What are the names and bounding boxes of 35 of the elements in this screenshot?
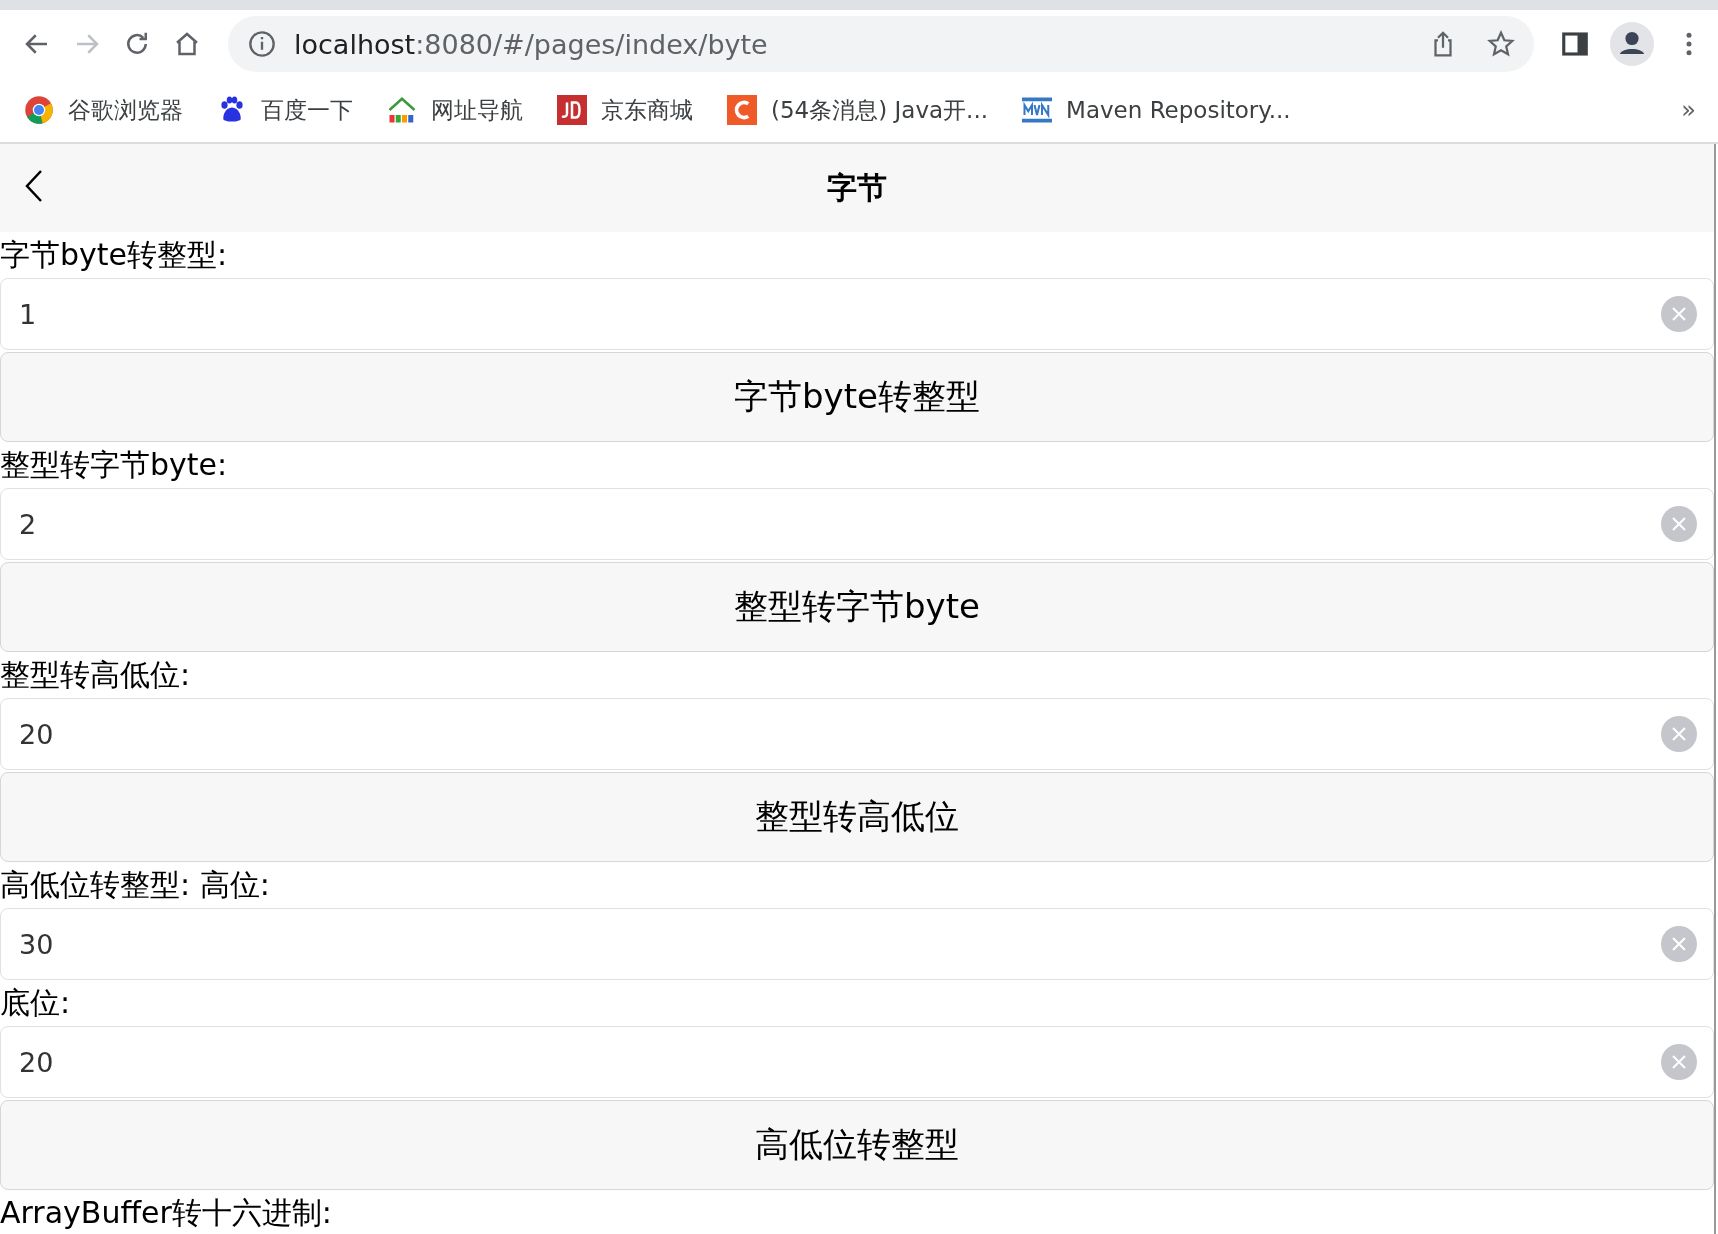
bookmark-link[interactable]: 百度一下 <box>261 94 353 126</box>
more-bookmarks-button[interactable]: » <box>1681 96 1696 124</box>
address-bar[interactable]: localhost:8080/#/pages/index/byte <box>228 16 1534 72</box>
url-text: localhost:8080/#/pages/index/byte <box>294 28 768 60</box>
mvn-logo-icon <box>1022 95 1053 125</box>
field-label: 底位: <box>0 984 72 1022</box>
input-field[interactable]: 2 <box>0 488 1714 560</box>
field-label: 整型转高低位: <box>0 656 192 694</box>
bookmark-link[interactable]: 京东商城 <box>601 94 693 126</box>
jd-logo-icon <box>557 95 587 125</box>
input-field[interactable]: 1 <box>0 278 1714 350</box>
profile-icon[interactable] <box>1610 22 1654 66</box>
bookmark-link[interactable]: 网址导航 <box>431 94 523 126</box>
input-field[interactable]: 20 <box>0 1026 1714 1098</box>
convert-button[interactable]: 整型转高低位 <box>0 772 1714 862</box>
field-label: 字节byte转整型: <box>0 236 229 274</box>
input-field[interactable]: 30 <box>0 908 1714 980</box>
bookmark-link[interactable]: 谷歌浏览器 <box>68 94 183 126</box>
convert-button[interactable]: 字节byte转整型 <box>0 352 1714 442</box>
chrome-logo-icon <box>24 95 54 125</box>
field-label: ArrayBuffer转十六进制: <box>0 1194 333 1232</box>
star-icon[interactable] <box>1486 29 1516 59</box>
info-icon[interactable] <box>248 30 276 58</box>
input-field[interactable]: 20 <box>0 698 1714 770</box>
side-panel-icon[interactable] <box>1560 29 1590 59</box>
field-label: 整型转字节byte: <box>0 446 229 484</box>
page-title: 字节 <box>827 168 887 207</box>
back-icon[interactable] <box>24 168 44 204</box>
convert-button[interactable]: 整型转字节byte <box>0 562 1714 652</box>
bookmark-link[interactable]: Maven Repository... <box>1066 97 1291 123</box>
convert-button[interactable]: 高低位转整型 <box>0 1100 1714 1190</box>
bookmark-link[interactable]: (54条消息) Java开... <box>771 94 989 126</box>
c-logo-icon <box>727 95 757 125</box>
house-icon <box>387 95 417 125</box>
field-label: 高低位转整型: 高位: <box>0 866 271 904</box>
